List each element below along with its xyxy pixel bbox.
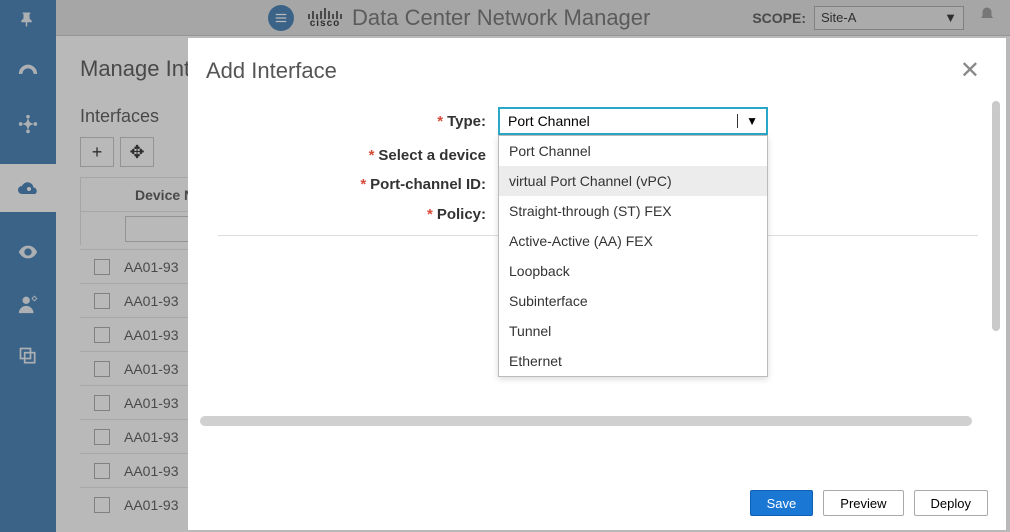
type-option[interactable]: Tunnel bbox=[499, 316, 767, 346]
type-option[interactable]: Active-Active (AA) FEX bbox=[499, 226, 767, 256]
type-option[interactable]: virtual Port Channel (vPC) bbox=[499, 166, 767, 196]
modal-title: Add Interface bbox=[206, 58, 337, 84]
deploy-button[interactable]: Deploy bbox=[914, 490, 988, 516]
chevron-down-icon: ▼ bbox=[737, 114, 758, 128]
type-dropdown: Port Channelvirtual Port Channel (vPC)St… bbox=[498, 135, 768, 377]
type-option[interactable]: Loopback bbox=[499, 256, 767, 286]
port-channel-id-label: *Port-channel ID: bbox=[218, 176, 498, 194]
modal-footer: Save Preview Deploy bbox=[188, 480, 1006, 530]
modal-body: *Type: Port Channel ▼ Port Channelvirtua… bbox=[188, 95, 1006, 480]
type-select[interactable]: Port Channel ▼ Port Channelvirtual Port … bbox=[498, 107, 768, 135]
save-button[interactable]: Save bbox=[750, 490, 814, 516]
scrollbar-vertical[interactable] bbox=[992, 101, 1000, 331]
close-icon[interactable]: ✕ bbox=[960, 56, 980, 85]
type-label: *Type: bbox=[218, 113, 498, 130]
add-interface-modal: Add Interface ✕ *Type: Port Channel ▼ Po… bbox=[188, 38, 1006, 530]
preview-button[interactable]: Preview bbox=[823, 490, 903, 516]
scrollbar-horizontal[interactable] bbox=[200, 416, 972, 426]
modal-header: Add Interface ✕ bbox=[188, 38, 1006, 95]
device-label: *Select a device bbox=[218, 147, 498, 164]
type-option[interactable]: Ethernet bbox=[499, 346, 767, 376]
type-option[interactable]: Port Channel bbox=[499, 136, 767, 166]
type-option[interactable]: Straight-through (ST) FEX bbox=[499, 196, 767, 226]
type-selected-value: Port Channel bbox=[508, 113, 590, 129]
type-option[interactable]: Subinterface bbox=[499, 286, 767, 316]
policy-label: *Policy: bbox=[218, 206, 498, 223]
